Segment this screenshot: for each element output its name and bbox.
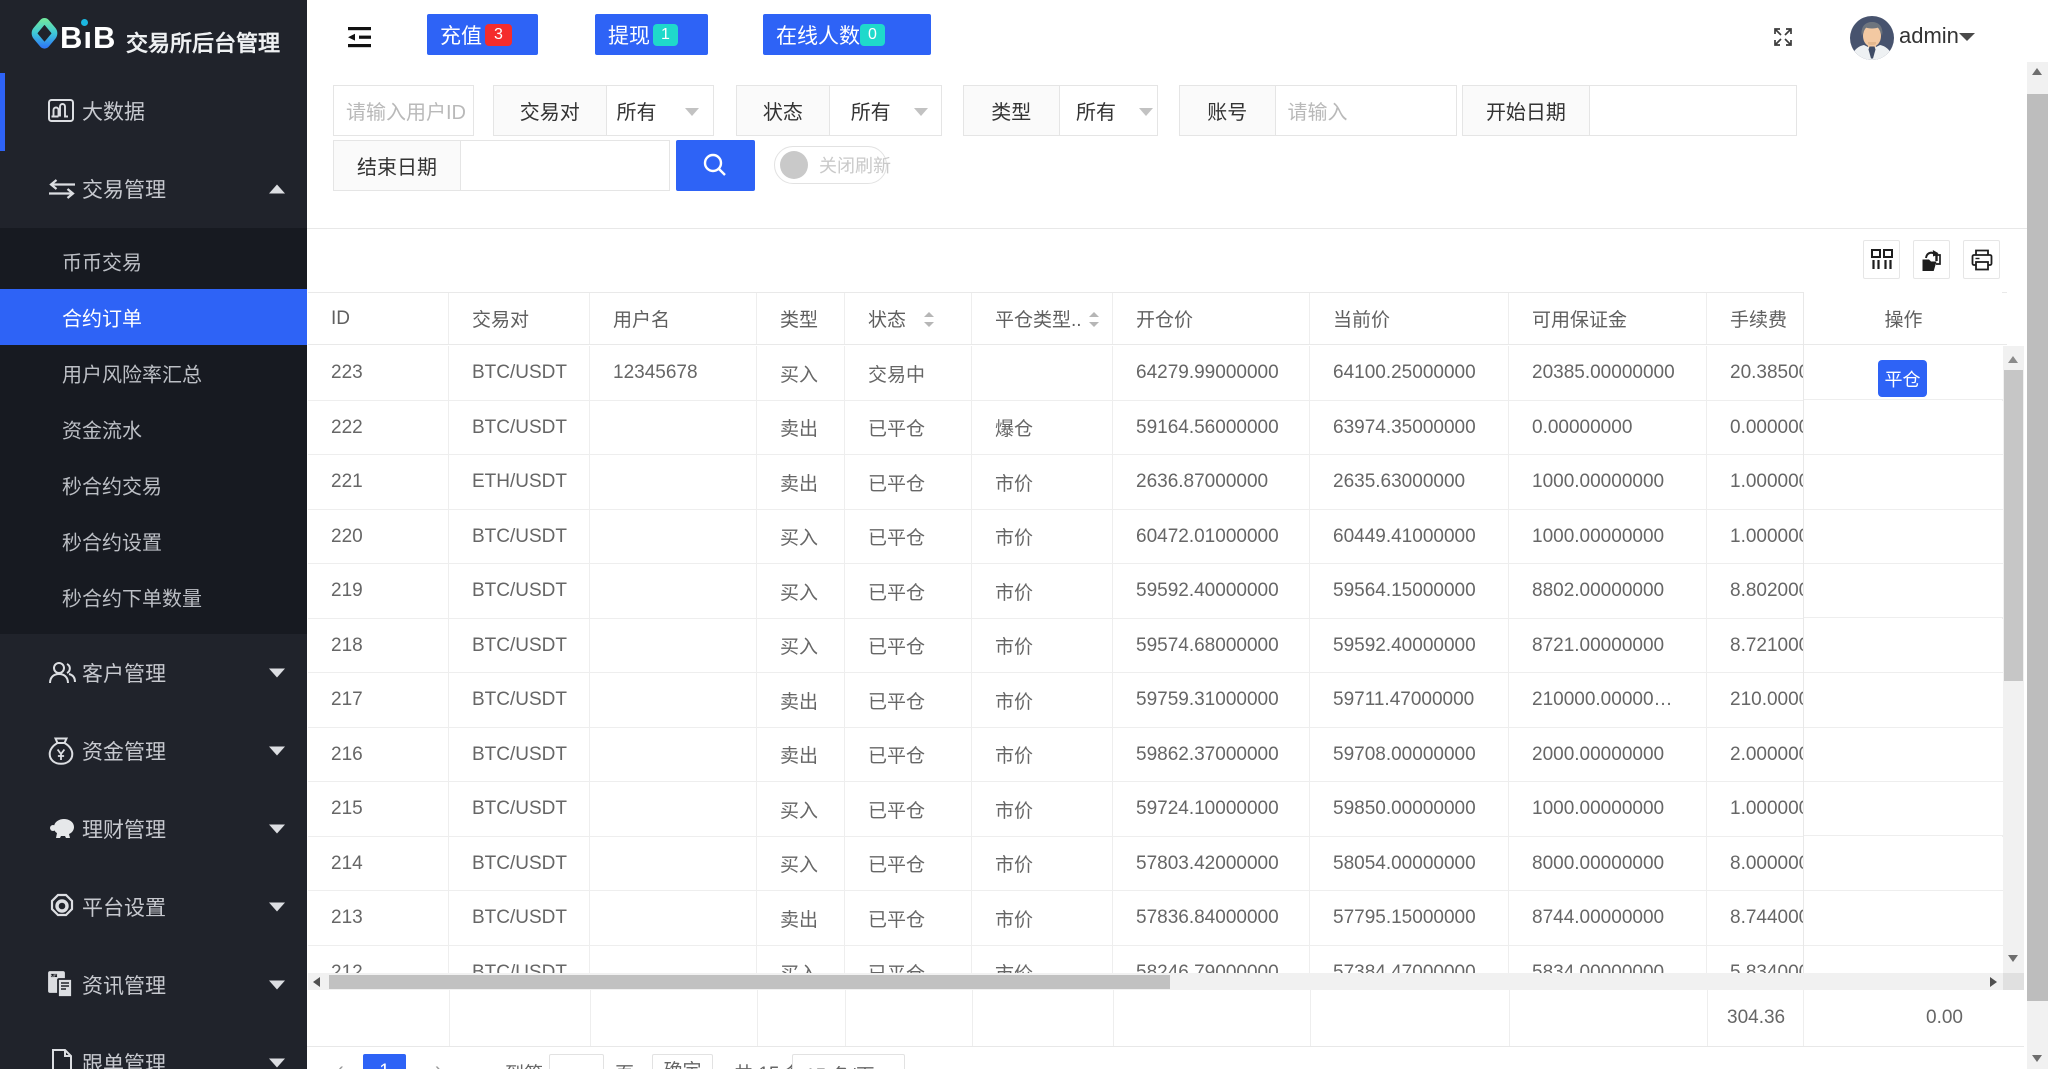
svg-text:NEW: NEW bbox=[51, 974, 62, 979]
